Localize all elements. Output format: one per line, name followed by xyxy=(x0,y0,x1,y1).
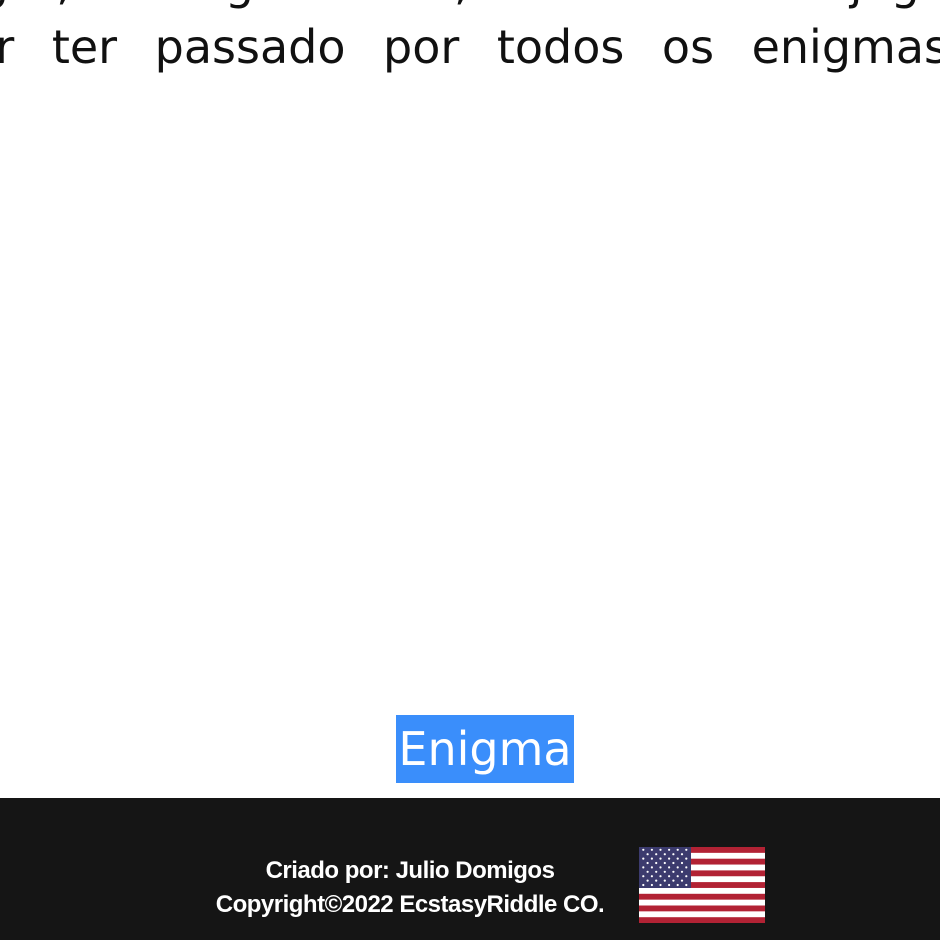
flag-star xyxy=(655,861,658,865)
flag-star xyxy=(642,857,645,860)
flag-star xyxy=(680,853,684,856)
us-flag-icon[interactable] xyxy=(639,847,765,923)
flag-star xyxy=(655,879,658,882)
flag-star xyxy=(672,879,675,882)
flag-star xyxy=(642,875,645,878)
story-line-2: por ter passado por todos os enigmas xyxy=(0,20,940,74)
flag-star xyxy=(646,870,649,873)
flag-star xyxy=(685,848,688,851)
flag-star xyxy=(642,848,645,851)
flag-star xyxy=(685,857,688,860)
flag-star xyxy=(659,883,662,887)
flag-star xyxy=(668,857,671,860)
flag-star xyxy=(672,870,675,873)
flag-star xyxy=(672,853,675,856)
flag-star xyxy=(685,866,688,869)
flag-star xyxy=(659,866,662,869)
flag-star xyxy=(659,857,662,860)
flag-star xyxy=(655,853,658,856)
flag-star xyxy=(642,883,645,887)
flag-star xyxy=(685,875,688,878)
flag-star xyxy=(663,870,666,873)
flag-star xyxy=(685,883,688,887)
flag-star xyxy=(663,853,666,856)
flag-star xyxy=(668,883,671,887)
flag-star xyxy=(676,848,679,851)
footer: Criado por: Julio Domigos Copyright©2022… xyxy=(0,798,940,940)
created-by-text: Criado por: Julio Domigos xyxy=(265,857,555,884)
flag-star xyxy=(646,853,649,856)
flag-star xyxy=(655,870,658,873)
flag-star xyxy=(642,866,645,869)
flag-star xyxy=(680,870,684,873)
flag-star xyxy=(663,861,666,865)
flag-star xyxy=(663,879,666,882)
flag-star xyxy=(676,875,679,878)
flag-star xyxy=(676,866,679,869)
flag-star xyxy=(676,883,679,887)
flag-star xyxy=(680,879,684,882)
flag-star xyxy=(650,866,653,869)
flag-star xyxy=(668,848,671,851)
flag-star xyxy=(646,879,649,882)
enigma-button[interactable]: Enigma xyxy=(396,715,574,783)
flag-star xyxy=(659,848,662,851)
flag-star xyxy=(672,861,675,865)
story-text: lugar, o enigma final, e no final do jog… xyxy=(0,0,940,110)
copyright-text: Copyright©2022 EcstasyRiddle CO. xyxy=(215,891,605,918)
flag-star xyxy=(646,861,649,865)
footer-credits: Criado por: Julio Domigos Copyright©2022… xyxy=(190,854,630,922)
flag-star xyxy=(659,875,662,878)
flag-star xyxy=(650,883,653,887)
flag-star xyxy=(676,857,679,860)
flag-star xyxy=(668,875,671,878)
flag-star xyxy=(680,861,684,865)
story-line-1: lugar, o enigma final, e no final do jog… xyxy=(0,0,940,10)
flag-star xyxy=(650,848,653,851)
flag-star xyxy=(668,866,671,869)
flag-star xyxy=(650,875,653,878)
flag-star xyxy=(650,857,653,860)
